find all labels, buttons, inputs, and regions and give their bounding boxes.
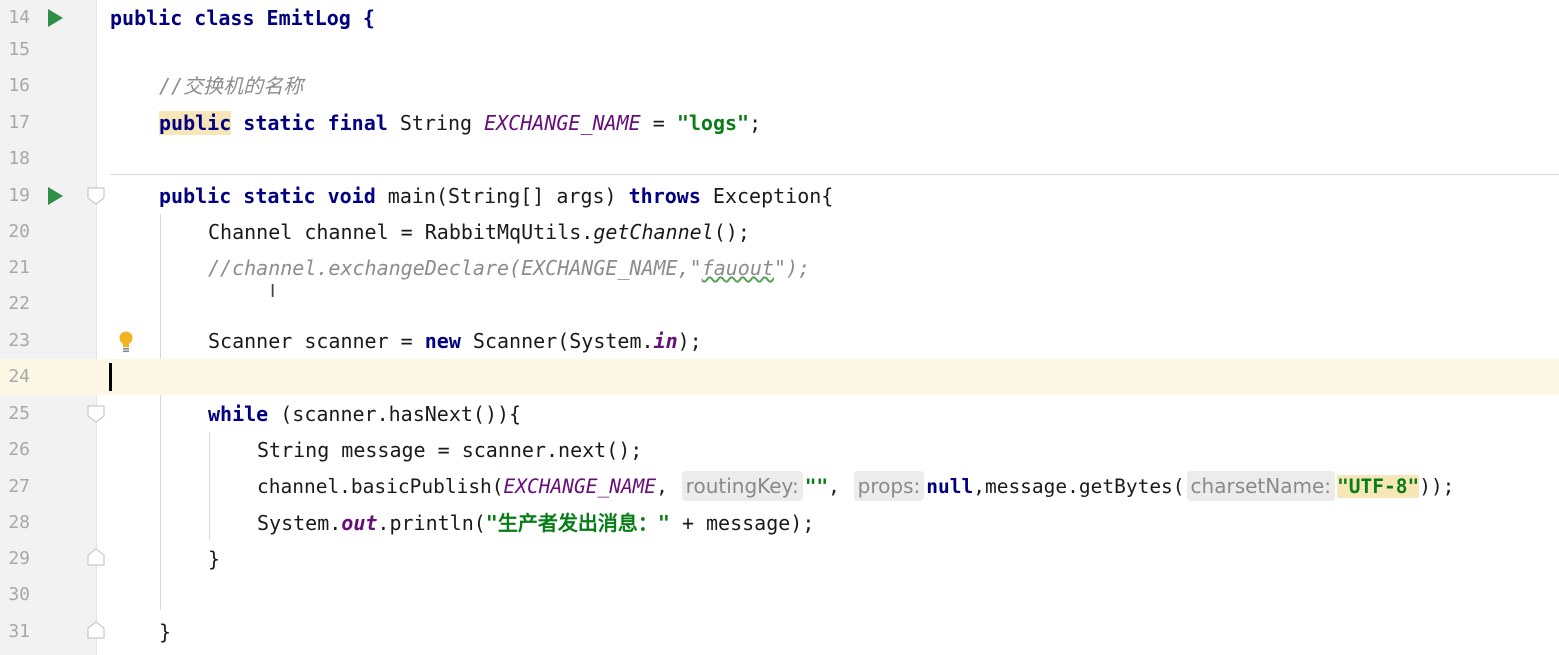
line-number: 22 [8,293,30,314]
code-text: public static void main(String[] args) t… [159,184,834,208]
typo-warning: fauout [701,256,774,280]
line-number: 25 [8,403,30,424]
fold-icon[interactable] [87,548,105,566]
parameter-hint: charsetName: [1186,471,1336,501]
code-line[interactable]: 26 String message = scanner.next(); [0,432,1559,468]
code-text: channel.basicPublish(EXCHANGE_NAME, rout… [257,469,1454,505]
line-number: 15 [8,39,30,60]
code-line[interactable]: 31 } [0,614,1559,650]
code-line[interactable]: 19 public static void main(String[] args… [0,178,1559,214]
code-text: while (scanner.hasNext()){ [208,402,522,426]
code-text: } [159,620,172,644]
code-line[interactable]: 20 Channel channel = RabbitMqUtils.getCh… [0,214,1559,250]
parameter-hint: props: [853,471,925,501]
code-line[interactable]: 15 [0,32,1559,68]
run-icon[interactable] [48,9,63,27]
code-line[interactable]: 28 System.out.println("生产者发出消息：" + messa… [0,505,1559,541]
code-text: System.out.println("生产者发出消息：" + message)… [257,511,815,535]
comment: //channel.exchangeDeclare(EXCHANGE_NAME,… [208,256,702,280]
text-caret [109,363,112,391]
line-number: 26 [8,439,30,460]
text-cursor-icon: I [270,281,276,302]
fold-icon[interactable] [87,187,105,205]
code-line[interactable]: 25 while (scanner.hasNext()){ [0,396,1559,432]
line-number: 29 [8,548,30,569]
line-number: 24 [8,366,30,387]
code-line[interactable]: 17 public static final String EXCHANGE_N… [0,105,1559,141]
code-line[interactable]: 30 [0,577,1559,613]
code-line[interactable]: 16 //交换机的名称 [0,68,1559,104]
line-number: 30 [8,584,30,605]
lightbulb-icon[interactable] [118,331,134,357]
code-line[interactable]: 27 channel.basicPublish(EXCHANGE_NAME, r… [0,469,1559,505]
line-number: 20 [8,221,30,242]
code-line[interactable]: 23 Scanner scanner = new Scanner(System.… [0,323,1559,359]
code-text: //channel.exchangeDeclare(EXCHANGE_NAME,… [208,256,811,280]
code-text: String message = scanner.next(); [257,438,643,462]
comment: //交换机的名称 [159,74,304,98]
code-line[interactable]: 18 [0,141,1559,177]
code-text: //交换机的名称 [159,68,303,104]
line-number: 31 [8,621,30,642]
code-text: public class EmitLog { [110,6,375,30]
line-number: 28 [8,512,30,533]
parameter-hint: routingKey: [681,471,803,501]
line-number: 27 [8,476,30,497]
code-text: public static final String EXCHANGE_NAME… [159,111,762,135]
fold-icon[interactable] [87,621,105,639]
fold-icon[interactable] [87,405,105,423]
line-number: 18 [8,148,30,169]
code-text: Channel channel = RabbitMqUtils.getChann… [208,220,750,244]
line-number: 21 [8,257,30,278]
run-icon[interactable] [48,187,63,205]
line-number: 19 [8,185,30,206]
line-number: 14 [8,7,30,28]
code-line[interactable]: 14 public class EmitLog { [0,0,1559,36]
code-line[interactable]: 22 [0,286,1559,322]
code-line[interactable]: 21 //channel.exchangeDeclare(EXCHANGE_NA… [0,250,1559,286]
current-line[interactable]: 24 [0,359,1559,395]
code-text: Scanner scanner = new Scanner(System.in)… [208,329,702,353]
code-line[interactable]: 29 } [0,541,1559,577]
code-text: } [208,547,221,571]
line-number: 23 [8,330,30,351]
line-number: 16 [8,75,30,96]
line-number: 17 [8,112,30,133]
